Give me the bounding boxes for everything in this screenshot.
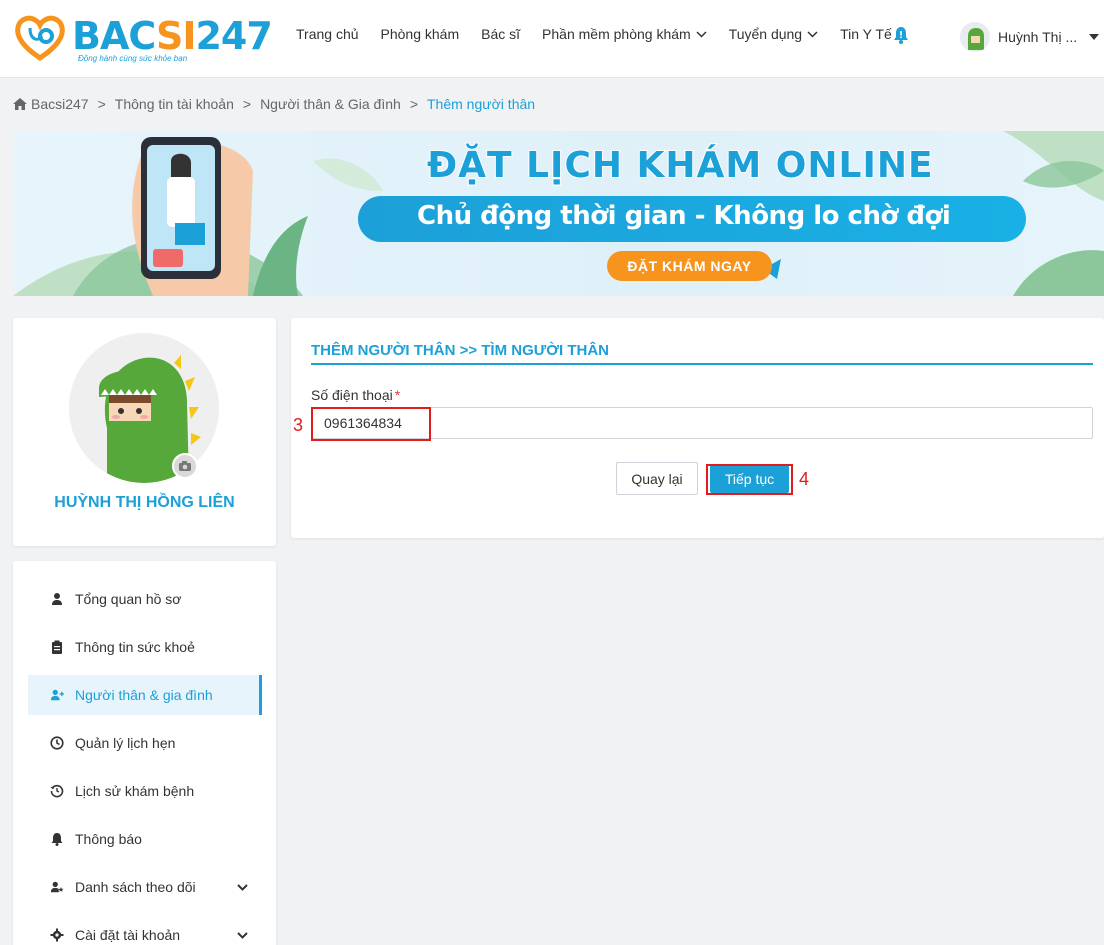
logo-tagline: Đồng hành cùng sức khỏe bạn bbox=[78, 54, 188, 63]
bell-icon bbox=[51, 833, 63, 846]
user-menu[interactable]: Huỳnh Thị ... bbox=[960, 22, 1100, 52]
breadcrumb-account-info[interactable]: Thông tin tài khoản bbox=[115, 96, 234, 112]
phone-label-text: Số điện thoại bbox=[311, 387, 393, 403]
menu-item-label: Thông tin sức khoẻ bbox=[75, 639, 195, 655]
account-menu: Tổng quan hồ sơ Thông tin sức khoẻ Người… bbox=[13, 561, 276, 945]
add-relative-form: THÊM NGƯỜI THÂN >> TÌM NGƯỜI THÂN Số điệ… bbox=[291, 318, 1104, 538]
nav-label: Phần mềm phòng khám bbox=[542, 26, 691, 42]
menu-item-notifications[interactable]: Thông báo bbox=[28, 819, 262, 859]
camera-icon bbox=[179, 461, 191, 471]
banner-subtitle: Chủ động thời gian - Không lo chờ đợi bbox=[417, 201, 951, 231]
profile-name: HUỲNH THỊ HỒNG LIÊN bbox=[54, 494, 235, 511]
menu-item-settings[interactable]: Cài đặt tài khoản bbox=[28, 915, 262, 945]
back-button[interactable]: Quay lại bbox=[616, 462, 698, 495]
nav-label: Tin Y Tế bbox=[840, 26, 892, 42]
nav-tuyen-dung[interactable]: Tuyển dụng bbox=[729, 26, 818, 42]
user-star-icon bbox=[50, 881, 64, 893]
nav-trang-chu[interactable]: Trang chủ bbox=[296, 26, 359, 42]
menu-item-label: Cài đặt tài khoản bbox=[75, 927, 181, 943]
breadcrumb-current: Thêm người thân bbox=[427, 96, 536, 112]
logo-wordmark: BACSI247 bbox=[72, 14, 273, 58]
user-name: Huỳnh Thị ... bbox=[998, 29, 1078, 45]
menu-item-watchlist[interactable]: Danh sách theo dõi bbox=[28, 867, 262, 907]
chevron-down-icon bbox=[807, 30, 818, 38]
menu-item-label: Thông báo bbox=[75, 831, 142, 847]
promo-banner[interactable]: ĐẶT LỊCH KHÁM ONLINE Chủ động thời gian … bbox=[13, 131, 1104, 296]
history-icon bbox=[50, 784, 64, 798]
chevron-down-icon bbox=[237, 931, 248, 939]
nav-bac-si[interactable]: Bác sĩ bbox=[481, 26, 520, 42]
clipboard-icon bbox=[52, 640, 62, 654]
nav-tin-y-te[interactable]: Tin Y Tế bbox=[840, 26, 892, 42]
chevron-down-icon bbox=[696, 30, 707, 38]
breadcrumb-family[interactable]: Người thân & Gia đình bbox=[260, 96, 401, 112]
annotation-step-4: 4 bbox=[799, 469, 810, 489]
menu-item-family[interactable]: Người thân & gia đình bbox=[28, 675, 262, 715]
nav-label: Tuyển dụng bbox=[728, 26, 803, 42]
bacsi247-logo[interactable]: BACSI247 Đồng hành cùng sức khỏe bạn bbox=[12, 10, 273, 66]
menu-item-label: Người thân & gia đình bbox=[75, 687, 213, 703]
nav-label: Trang chủ bbox=[296, 26, 359, 42]
breadcrumb-separator: > bbox=[409, 96, 418, 112]
menu-item-label: Quản lý lịch hẹn bbox=[75, 735, 176, 751]
phone-label: Số điện thoại * bbox=[311, 387, 400, 403]
menu-item-health-info[interactable]: Thông tin sức khoẻ bbox=[28, 627, 262, 667]
change-photo-button[interactable] bbox=[172, 453, 198, 479]
phone-input[interactable] bbox=[311, 407, 1093, 439]
user-icon bbox=[52, 593, 62, 605]
user-plus-icon bbox=[50, 689, 64, 701]
profile-card: HUỲNH THỊ HỒNG LIÊN bbox=[13, 318, 276, 546]
caret-down-icon bbox=[1089, 34, 1100, 40]
gear-icon bbox=[50, 928, 64, 942]
annotation-step-3: 3 bbox=[293, 415, 304, 435]
nav-label: Bác sĩ bbox=[481, 26, 521, 42]
clock-icon bbox=[50, 736, 64, 750]
breadcrumb-separator: > bbox=[242, 96, 252, 112]
continue-button[interactable]: Tiếp tục bbox=[710, 465, 789, 493]
heart-stethoscope-icon bbox=[15, 15, 65, 62]
bell-icon[interactable] bbox=[893, 26, 909, 44]
top-header: BACSI247 Đồng hành cùng sức khỏe bạn Tra… bbox=[0, 0, 1104, 78]
menu-item-history[interactable]: Lịch sử khám bệnh bbox=[28, 771, 262, 811]
menu-item-label: Lịch sử khám bệnh bbox=[75, 783, 195, 799]
chevron-down-icon bbox=[237, 883, 248, 891]
book-now-button[interactable]: ĐẶT KHÁM NGAY bbox=[607, 251, 772, 281]
main-nav: Trang chủ Phòng khám Bác sĩ Phần mềm phò… bbox=[296, 26, 914, 42]
nav-phong-kham[interactable]: Phòng khám bbox=[381, 26, 460, 42]
nav-label: Phòng khám bbox=[380, 26, 460, 42]
breadcrumb-home[interactable]: Bacsi247 bbox=[31, 96, 89, 112]
title-divider bbox=[311, 363, 1093, 365]
required-mark: * bbox=[394, 387, 401, 403]
form-title: THÊM NGƯỜI THÂN >> TÌM NGƯỜI THÂN bbox=[311, 342, 609, 359]
dinosaur-avatar-icon bbox=[960, 22, 990, 52]
menu-item-appointments[interactable]: Quản lý lịch hẹn bbox=[28, 723, 262, 763]
breadcrumb-separator: > bbox=[97, 96, 106, 112]
avatar bbox=[960, 22, 990, 52]
banner-title: ĐẶT LỊCH KHÁM ONLINE bbox=[426, 144, 934, 187]
menu-item-label: Tổng quan hồ sơ bbox=[75, 591, 182, 607]
nav-phan-mem[interactable]: Phần mềm phòng khám bbox=[542, 26, 707, 42]
menu-item-label: Danh sách theo dõi bbox=[75, 879, 196, 895]
menu-item-overview[interactable]: Tổng quan hồ sơ bbox=[28, 579, 262, 619]
breadcrumb: Bacsi247 > Thông tin tài khoản > Người t… bbox=[13, 96, 535, 112]
home-icon bbox=[13, 98, 27, 110]
